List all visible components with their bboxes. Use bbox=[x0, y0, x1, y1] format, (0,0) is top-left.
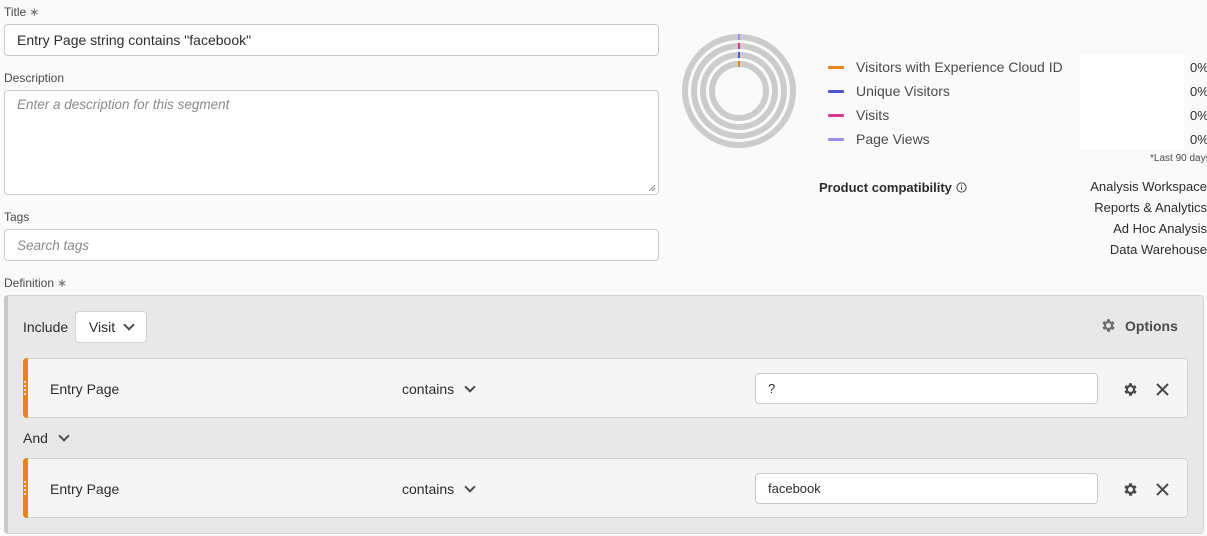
percent-value: 0% bbox=[1190, 59, 1207, 75]
title-label: Title ∗ bbox=[4, 5, 40, 19]
scope-value: Visit bbox=[88, 319, 116, 335]
gear-icon bbox=[1102, 319, 1115, 332]
percent-bars-area bbox=[1080, 55, 1184, 149]
info-icon[interactable] bbox=[956, 182, 967, 193]
legend-swatch bbox=[828, 137, 844, 141]
required-mark: ∗ bbox=[57, 276, 68, 290]
rule-value: ? bbox=[768, 381, 776, 396]
gear-icon bbox=[1123, 482, 1137, 496]
remove-rule-button[interactable] bbox=[1152, 479, 1172, 499]
rule-drag-handle[interactable] bbox=[23, 358, 28, 418]
gear-icon bbox=[1123, 382, 1137, 396]
legend-item: Page Views bbox=[828, 127, 1063, 151]
chevron-down-icon bbox=[464, 381, 476, 393]
product-compatibility-heading: Product compatibility bbox=[819, 180, 967, 195]
grip-icon bbox=[24, 481, 26, 495]
close-icon bbox=[1155, 382, 1169, 396]
chevron-down-icon bbox=[123, 319, 135, 331]
percent-value: 0% bbox=[1190, 107, 1207, 123]
operator-dropdown[interactable]: contains bbox=[402, 481, 476, 497]
title-input[interactable]: Entry Page string contains "facebook" bbox=[4, 24, 659, 56]
definition-label: Definition ∗ bbox=[4, 276, 68, 290]
tags-label: Tags bbox=[4, 210, 30, 224]
description-placeholder: Enter a description for this segment bbox=[17, 97, 230, 112]
product-item: Reports & Analytics bbox=[1094, 200, 1207, 215]
percent-value: 0% bbox=[1190, 83, 1207, 99]
options-button[interactable]: Options bbox=[1100, 317, 1178, 334]
required-mark: ∗ bbox=[29, 5, 40, 19]
tags-placeholder: Search tags bbox=[17, 237, 90, 253]
rule-dimension: Entry Page bbox=[50, 481, 120, 497]
rule-value-input[interactable]: ? bbox=[755, 373, 1098, 404]
operator-value: contains bbox=[402, 481, 455, 497]
description-textarea[interactable]: Enter a description for this segment bbox=[4, 90, 659, 195]
ring-track bbox=[709, 61, 769, 121]
description-label: Description bbox=[4, 71, 65, 85]
product-item: Data Warehouse bbox=[1109, 242, 1207, 257]
grip-icon bbox=[24, 381, 26, 395]
operator-dropdown[interactable]: contains bbox=[402, 381, 476, 397]
rule-settings-button[interactable] bbox=[1120, 379, 1140, 399]
segment-summary-rings bbox=[682, 34, 796, 148]
legend-item: Visitors with Experience Cloud ID bbox=[828, 55, 1063, 79]
include-label: Include bbox=[23, 319, 69, 335]
period-footnote: *Last 90 days bbox=[1150, 153, 1207, 164]
legend-swatch bbox=[828, 113, 844, 117]
metric-legend: Visitors with Experience Cloud ID Unique… bbox=[828, 55, 1063, 151]
logic-operator-value: And bbox=[23, 430, 48, 446]
chevron-down-icon bbox=[58, 430, 70, 442]
legend-swatch bbox=[828, 65, 844, 69]
options-label: Options bbox=[1125, 317, 1178, 334]
rule-row: Entry Page contains ? bbox=[23, 358, 1188, 418]
logic-operator-dropdown[interactable]: And bbox=[23, 430, 70, 446]
percent-value: 0% bbox=[1190, 131, 1207, 147]
rule-value-input[interactable]: facebook bbox=[755, 473, 1098, 504]
legend-swatch bbox=[828, 89, 844, 93]
percent-column: 0% 0% 0% 0% bbox=[1190, 55, 1207, 151]
container-scope-dropdown[interactable]: Visit bbox=[75, 311, 147, 343]
title-input-value: Entry Page string contains "facebook" bbox=[17, 32, 252, 48]
ring-track bbox=[691, 43, 787, 139]
product-item: Ad Hoc Analysis bbox=[1113, 221, 1207, 236]
rule-row: Entry Page contains facebook bbox=[23, 458, 1188, 518]
rule-drag-handle[interactable] bbox=[23, 458, 28, 518]
legend-item: Visits bbox=[828, 103, 1063, 127]
remove-rule-button[interactable] bbox=[1152, 379, 1172, 399]
operator-value: contains bbox=[402, 381, 455, 397]
legend-item: Unique Visitors bbox=[828, 79, 1063, 103]
product-item: Analysis Workspace bbox=[1090, 179, 1207, 194]
close-icon bbox=[1155, 482, 1169, 496]
compatible-products-list: Analysis Workspace Reports & Analytics A… bbox=[1050, 179, 1207, 263]
rule-value: facebook bbox=[768, 481, 821, 496]
tags-search-input[interactable]: Search tags bbox=[4, 229, 659, 261]
chevron-down-icon bbox=[464, 481, 476, 493]
resize-handle-icon[interactable] bbox=[648, 184, 656, 192]
rule-dimension: Entry Page bbox=[50, 381, 120, 397]
rule-settings-button[interactable] bbox=[1120, 479, 1140, 499]
